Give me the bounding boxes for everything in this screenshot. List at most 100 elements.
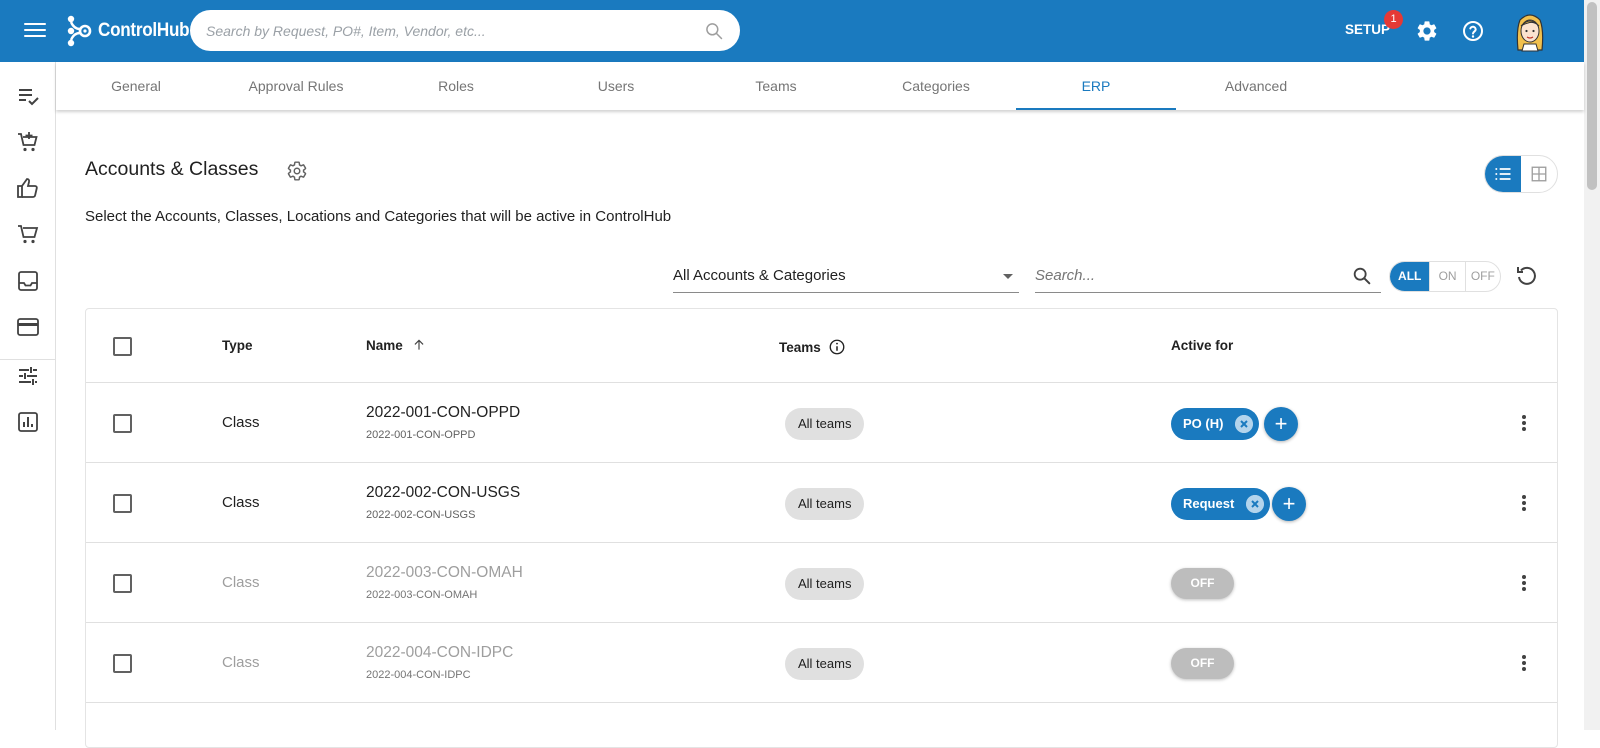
status-filter: ALL ON OFF bbox=[1389, 261, 1501, 292]
table-row[interactable]: Class 2022-001-CON-OPPD 2022-001-CON-OPP… bbox=[86, 383, 1557, 463]
remove-chip-icon[interactable] bbox=[1246, 495, 1265, 513]
header-type[interactable]: Type bbox=[222, 338, 253, 353]
chevron-down-icon bbox=[1003, 274, 1013, 279]
refresh-icon[interactable] bbox=[1514, 264, 1538, 288]
row-name: 2022-003-CON-OMAH bbox=[366, 564, 523, 581]
account-type-select-value: All Accounts & Categories bbox=[673, 267, 846, 284]
sidenav-divider bbox=[0, 359, 56, 360]
active-for-chip-label: Request bbox=[1183, 496, 1235, 511]
row-code: 2022-003-CON-OMAH bbox=[366, 589, 478, 601]
header-name-label: Name bbox=[366, 338, 403, 353]
row-type: Class bbox=[222, 494, 260, 511]
table-search-input[interactable] bbox=[1035, 261, 1325, 289]
row-checkbox[interactable] bbox=[113, 414, 132, 433]
active-for-chip[interactable]: PO (H) bbox=[1171, 408, 1260, 440]
row-type: Class bbox=[222, 654, 260, 671]
active-for-chip[interactable]: Request bbox=[1171, 488, 1271, 520]
page-subtitle: Select the Accounts, Classes, Locations … bbox=[85, 208, 672, 225]
setup-button[interactable]: SETUP bbox=[1345, 22, 1390, 37]
tab-roles[interactable]: Roles bbox=[376, 62, 536, 110]
row-name: 2022-001-CON-OPPD bbox=[366, 404, 521, 421]
search-icon[interactable] bbox=[1351, 265, 1373, 287]
header-teams: Teams bbox=[779, 338, 846, 356]
remove-chip-icon[interactable] bbox=[1235, 415, 1254, 433]
tab-users[interactable]: Users bbox=[536, 62, 696, 110]
row-checkbox[interactable] bbox=[113, 494, 132, 513]
logo[interactable]: ControlHub bbox=[66, 14, 199, 48]
select-all-checkbox[interactable] bbox=[113, 337, 132, 356]
app-name: ControlHub bbox=[98, 20, 190, 41]
gear-icon[interactable] bbox=[1415, 19, 1439, 43]
row-more-icon[interactable] bbox=[1514, 573, 1534, 593]
page-title: Accounts & Classes bbox=[85, 158, 259, 180]
settings-sliders-icon[interactable] bbox=[16, 364, 40, 388]
table-row[interactable]: Class 2022-003-CON-OMAH 2022-003-CON-OMA… bbox=[86, 543, 1557, 623]
table-row[interactable]: Class 2022-004-CON-IDPC 2022-004-CON-IDP… bbox=[86, 623, 1557, 703]
gear-icon[interactable] bbox=[286, 160, 308, 182]
tab-general[interactable]: General bbox=[56, 62, 216, 110]
hamburger-menu-icon[interactable] bbox=[22, 19, 48, 43]
add-active-for-button[interactable]: + bbox=[1264, 407, 1298, 441]
teams-chip[interactable]: All teams bbox=[785, 408, 865, 440]
top-app-bar: ControlHub SETUP 1 bbox=[0, 0, 1584, 62]
add-active-for-button[interactable]: + bbox=[1272, 487, 1306, 521]
shopping-cart-icon[interactable] bbox=[16, 222, 40, 246]
list-view-icon[interactable] bbox=[1485, 156, 1521, 192]
setup-notification-badge: 1 bbox=[1384, 10, 1403, 29]
table-row[interactable]: Class 2022-002-CON-USGS 2022-002-CON-USG… bbox=[86, 463, 1557, 543]
filter-on[interactable]: ON bbox=[1429, 262, 1464, 291]
scrollbar-thumb[interactable] bbox=[1587, 2, 1597, 190]
header-active-for: Active for bbox=[1171, 338, 1234, 353]
row-type: Class bbox=[222, 574, 260, 591]
checklist-icon[interactable] bbox=[16, 84, 40, 108]
accounts-table: Type Name Teams Active for Class 2022-00… bbox=[85, 308, 1558, 748]
thumbs-up-icon[interactable] bbox=[16, 176, 40, 200]
inbox-icon[interactable] bbox=[16, 269, 40, 293]
table-header: Type Name Teams Active for bbox=[86, 309, 1557, 383]
header-name[interactable]: Name bbox=[366, 338, 426, 353]
teams-chip[interactable]: All teams bbox=[785, 568, 865, 600]
row-name: 2022-002-CON-USGS bbox=[366, 484, 521, 501]
active-for-chip-label: PO (H) bbox=[1183, 416, 1224, 431]
user-avatar[interactable] bbox=[1510, 10, 1550, 52]
row-code: 2022-001-CON-OPPD bbox=[366, 429, 476, 441]
table-search[interactable] bbox=[1035, 261, 1381, 293]
row-code: 2022-002-CON-USGS bbox=[366, 509, 476, 521]
row-more-icon[interactable] bbox=[1514, 413, 1534, 433]
global-search[interactable] bbox=[190, 10, 740, 51]
search-icon[interactable] bbox=[704, 21, 724, 41]
header-teams-label: Teams bbox=[779, 340, 821, 355]
settings-tabs: General Approval Rules Roles Users Teams… bbox=[56, 62, 1584, 110]
side-navigation bbox=[0, 62, 56, 730]
grid-view-icon[interactable] bbox=[1521, 156, 1557, 192]
row-more-icon[interactable] bbox=[1514, 653, 1534, 673]
tab-advanced[interactable]: Advanced bbox=[1176, 62, 1336, 110]
reports-chart-icon[interactable] bbox=[16, 410, 40, 434]
view-toggle bbox=[1484, 155, 1558, 193]
tab-erp[interactable]: ERP bbox=[1016, 62, 1176, 110]
account-type-select[interactable]: All Accounts & Categories bbox=[673, 261, 1019, 293]
help-icon[interactable] bbox=[1461, 19, 1485, 43]
add-to-cart-icon[interactable] bbox=[16, 130, 40, 154]
off-toggle-button[interactable]: OFF bbox=[1171, 568, 1234, 599]
credit-card-icon[interactable] bbox=[16, 315, 40, 339]
teams-chip[interactable]: All teams bbox=[785, 648, 865, 680]
row-checkbox[interactable] bbox=[113, 654, 132, 673]
filter-all[interactable]: ALL bbox=[1390, 262, 1430, 291]
row-checkbox[interactable] bbox=[113, 574, 132, 593]
filter-off[interactable]: OFF bbox=[1464, 262, 1500, 291]
teams-chip[interactable]: All teams bbox=[785, 488, 865, 520]
row-type: Class bbox=[222, 414, 260, 431]
tab-approval-rules[interactable]: Approval Rules bbox=[216, 62, 376, 110]
tab-teams[interactable]: Teams bbox=[696, 62, 856, 110]
controlhub-logo-icon bbox=[67, 15, 92, 47]
off-toggle-button[interactable]: OFF bbox=[1171, 648, 1234, 679]
row-more-icon[interactable] bbox=[1514, 493, 1534, 513]
tab-categories[interactable]: Categories bbox=[856, 62, 1016, 110]
row-code: 2022-004-CON-IDPC bbox=[366, 669, 471, 681]
page-scrollbar[interactable] bbox=[1584, 0, 1600, 730]
row-name: 2022-004-CON-IDPC bbox=[366, 644, 514, 661]
info-icon[interactable] bbox=[828, 338, 846, 356]
arrow-up-icon bbox=[414, 339, 424, 350]
global-search-input[interactable] bbox=[206, 22, 704, 39]
